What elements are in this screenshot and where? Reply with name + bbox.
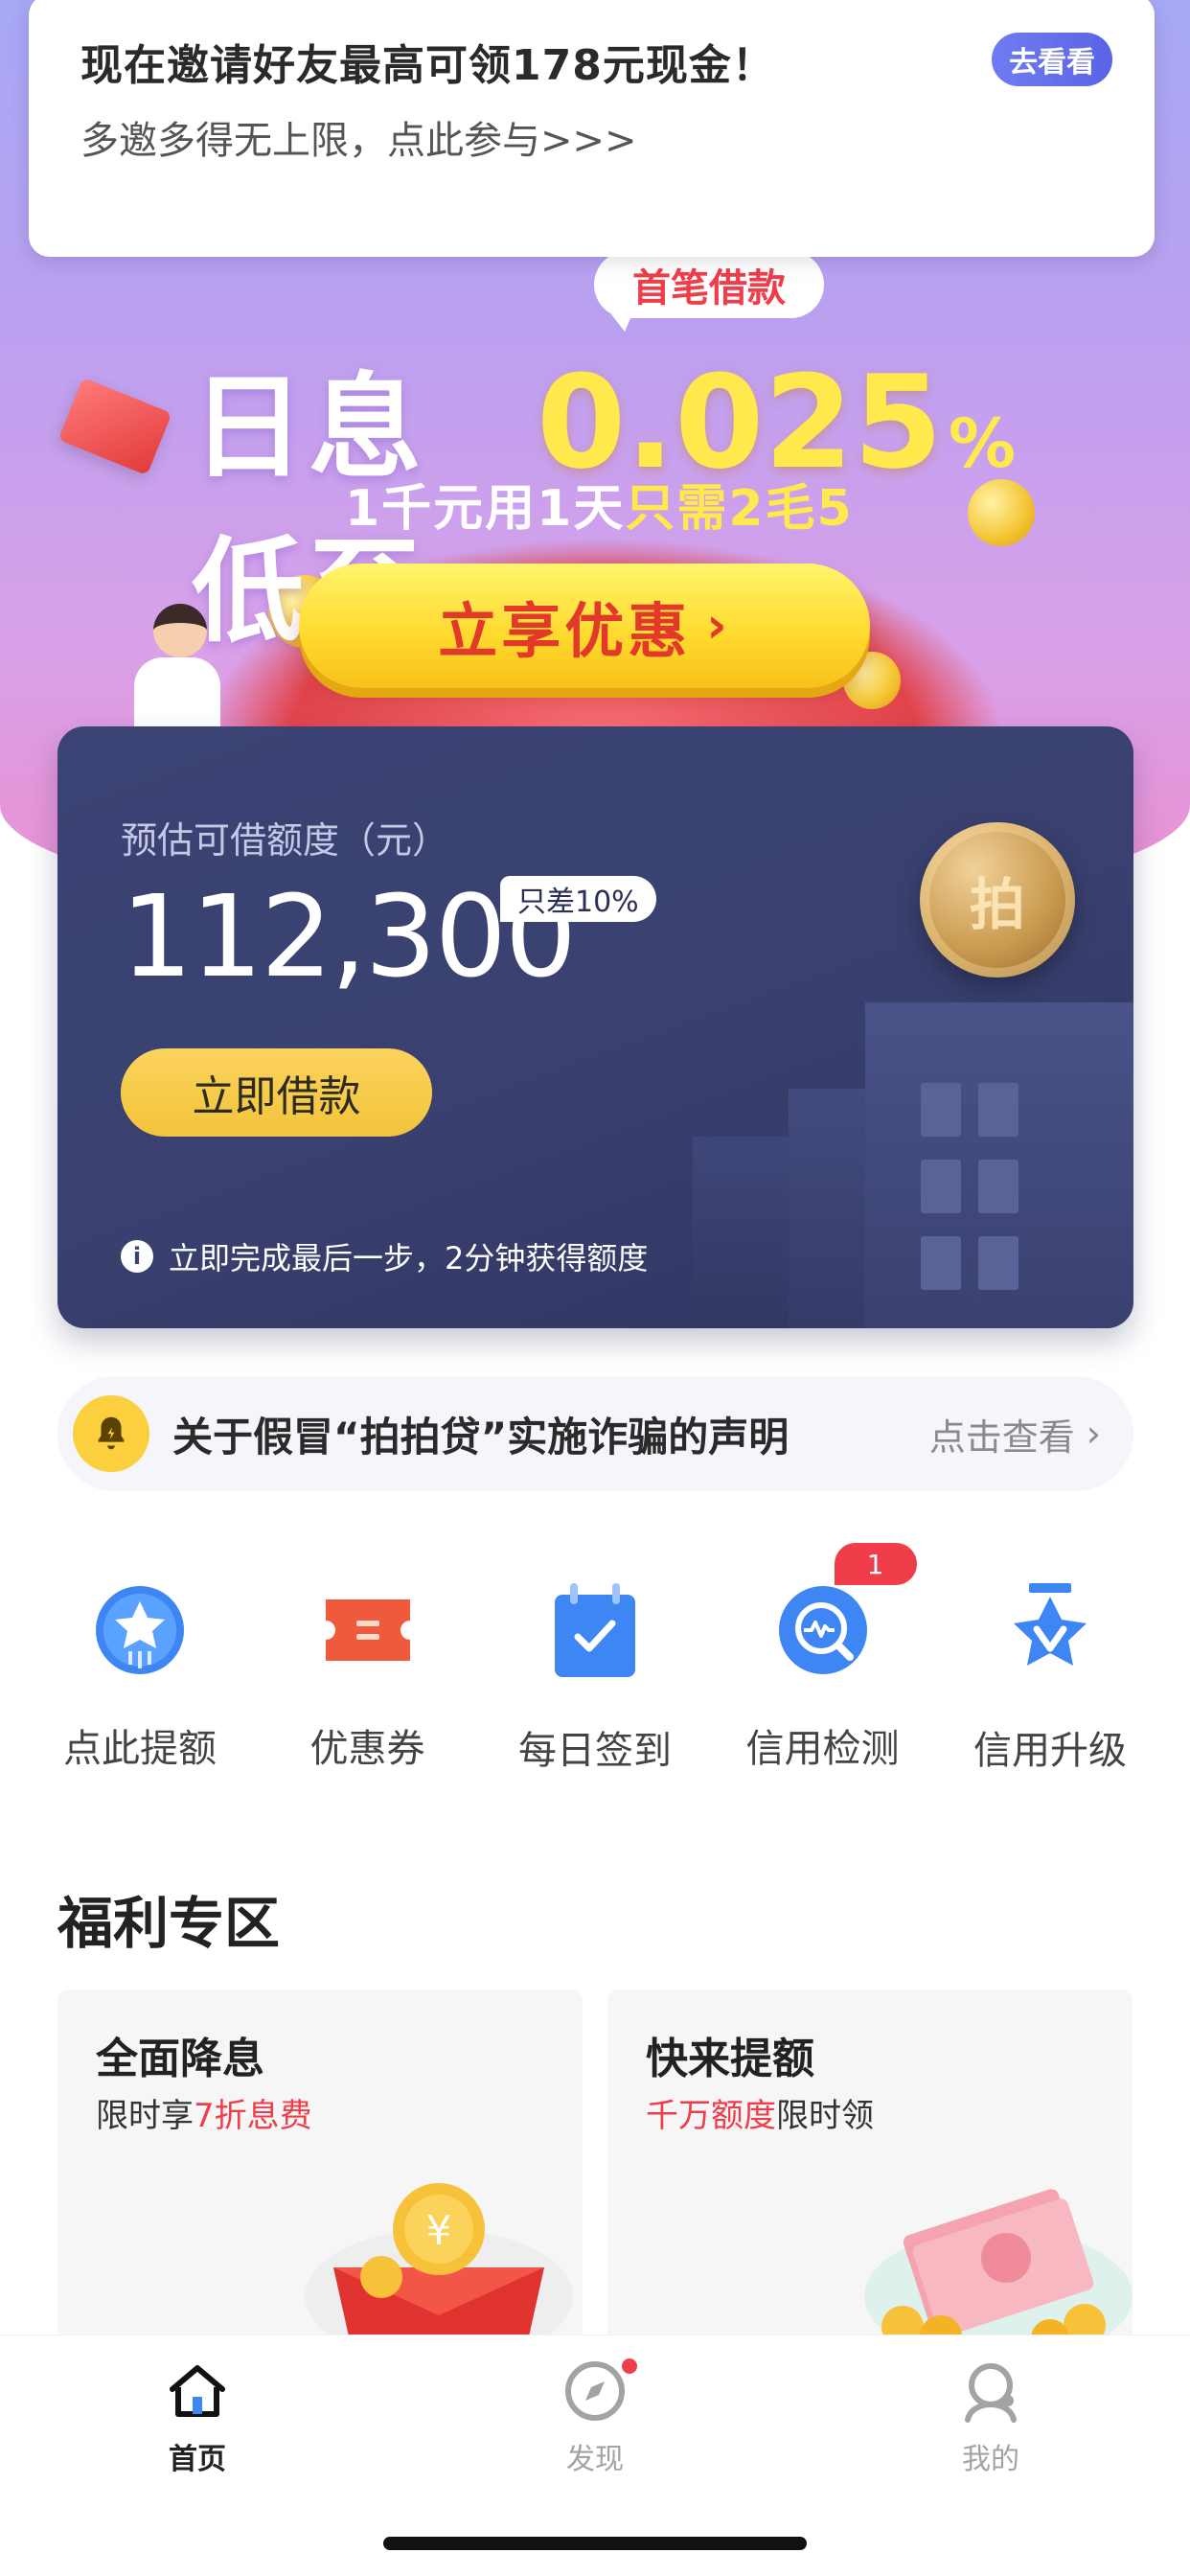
welfare-card-subtitle: 千万额度限时领 bbox=[646, 2089, 874, 2136]
go-see-badge[interactable]: 去看看 bbox=[992, 33, 1112, 86]
welfare-card-raise-limit[interactable]: 快来提额 千万额度限时领 bbox=[607, 1990, 1133, 2354]
svg-text:¥: ¥ bbox=[426, 2207, 452, 2254]
invite-notice-card[interactable]: 现在邀请好友最高可领178元现金！ 多邀多得无上限，点此参与>>> 去看看 bbox=[29, 0, 1155, 257]
calendar-check-icon bbox=[541, 1581, 649, 1681]
app-root: 首笔借款 日息低至 0.025 % 1千元用1天只需2毛5 立享优惠 › 现在邀… bbox=[0, 0, 1190, 2576]
city-illustration bbox=[635, 926, 1133, 1328]
welfare-sub-highlight: 7折息费 bbox=[194, 2097, 312, 2135]
notification-dot bbox=[622, 2358, 637, 2374]
quick-action-raise-limit[interactable]: 点此提额 bbox=[34, 1543, 245, 1773]
fraud-notice-bar[interactable]: 关于假冒“拍拍贷”实施诈骗的声明 点击查看 › bbox=[57, 1376, 1133, 1491]
price-prefix: 1千元用1天 bbox=[345, 480, 626, 538]
quick-action-credit-upgrade[interactable]: 信用升级 bbox=[945, 1543, 1156, 1773]
tab-label: 我的 bbox=[962, 2443, 1019, 2476]
price-highlight: 只需2毛5 bbox=[625, 480, 854, 538]
welfare-card-title: 全面降息 bbox=[96, 2035, 264, 2083]
limit-hint: i 立即完成最后一步，2分钟获得额度 bbox=[121, 1234, 648, 1278]
quick-action-coupons[interactable]: 优惠券 bbox=[263, 1543, 473, 1773]
coin-icon bbox=[968, 479, 1035, 546]
home-icon bbox=[165, 2358, 230, 2424]
quick-action-label: 信用检测 bbox=[745, 1727, 900, 1771]
chevron-right-icon: › bbox=[706, 597, 731, 655]
limit-label: 预估可借额度（元） bbox=[121, 819, 449, 862]
star-badge-icon bbox=[86, 1581, 194, 1679]
home-indicator bbox=[383, 2537, 807, 2550]
quick-action-daily-checkin[interactable]: 每日签到 bbox=[490, 1543, 700, 1773]
view-link-label: 点击查看 bbox=[928, 1415, 1075, 1459]
quick-actions: 点此提额 优惠券 每日签到 1 信用检测 信用升级 bbox=[34, 1543, 1156, 1773]
credit-limit-card[interactable]: 拍 预估可借额度（元） 112,300 只差10% 立即借款 i 立即完成最后一… bbox=[57, 726, 1133, 1328]
rate-headline: 日息低至 0.025 % bbox=[192, 335, 1016, 657]
invite-title: 现在邀请好友最高可领178元现金！ bbox=[80, 41, 775, 90]
medal-icon bbox=[996, 1581, 1104, 1681]
welfare-card-subtitle: 限时享7折息费 bbox=[96, 2089, 312, 2136]
red-envelope-icon: ¥ bbox=[295, 2162, 583, 2354]
quick-action-label: 每日签到 bbox=[518, 1729, 672, 1773]
gap-tag: 只差10% bbox=[500, 876, 656, 922]
invite-subtitle[interactable]: 多邀多得无上限，点此参与>>> bbox=[80, 109, 1103, 165]
notification-badge: 1 bbox=[834, 1543, 917, 1585]
coupon-icon bbox=[314, 1581, 422, 1679]
welfare-sub-prefix: 限时享 bbox=[96, 2097, 194, 2135]
user-icon bbox=[958, 2358, 1023, 2424]
quick-action-label: 信用升级 bbox=[973, 1729, 1127, 1773]
quick-action-credit-check[interactable]: 1 信用检测 bbox=[718, 1543, 928, 1773]
bottom-tab-bar: 首页 发现 我的 bbox=[0, 2334, 1190, 2576]
view-link[interactable]: 点击查看 › bbox=[929, 1408, 1101, 1460]
welfare-sub-highlight: 千万额度 bbox=[646, 2097, 776, 2135]
enjoy-discount-label: 立享优惠 bbox=[438, 596, 692, 666]
quick-action-label: 点此提额 bbox=[63, 1727, 217, 1771]
welfare-sub-suffix: 限时领 bbox=[776, 2097, 874, 2135]
enjoy-discount-button[interactable]: 立享优惠 › bbox=[299, 564, 870, 688]
quick-action-label: 优惠券 bbox=[309, 1727, 425, 1771]
welfare-section-title: 福利专区 bbox=[57, 1891, 281, 1956]
limit-hint-text: 立即完成最后一步，2分钟获得额度 bbox=[169, 1240, 649, 1276]
tab-home[interactable]: 首页 bbox=[92, 2358, 303, 2477]
tab-me[interactable]: 我的 bbox=[885, 2358, 1096, 2477]
tab-label: 发现 bbox=[566, 2443, 624, 2476]
tab-discover[interactable]: 发现 bbox=[490, 2358, 700, 2477]
price-line: 1千元用1天只需2毛5 bbox=[345, 468, 854, 540]
welfare-card-rate-cut[interactable]: 全面降息 限时享7折息费 ¥ bbox=[57, 1990, 583, 2354]
red-envelope-icon bbox=[57, 377, 172, 476]
info-icon: i bbox=[121, 1240, 153, 1273]
chevron-right-icon: › bbox=[1086, 1413, 1101, 1455]
first-loan-tag: 首笔借款 bbox=[594, 251, 824, 332]
bell-icon bbox=[73, 1395, 149, 1472]
tab-label: 首页 bbox=[169, 2443, 226, 2476]
welfare-card-title: 快来提额 bbox=[646, 2035, 814, 2083]
compass-icon bbox=[562, 2358, 637, 2424]
credit-check-icon bbox=[769, 1581, 877, 1679]
cash-stack-icon bbox=[845, 2162, 1133, 2354]
rate-unit: % bbox=[948, 404, 1016, 483]
borrow-now-button[interactable]: 立即借款 bbox=[121, 1048, 432, 1137]
fraud-notice-text: 关于假冒“拍拍贷”实施诈骗的声明 bbox=[172, 1413, 790, 1460]
pai-coin-icon: 拍 bbox=[920, 822, 1075, 978]
